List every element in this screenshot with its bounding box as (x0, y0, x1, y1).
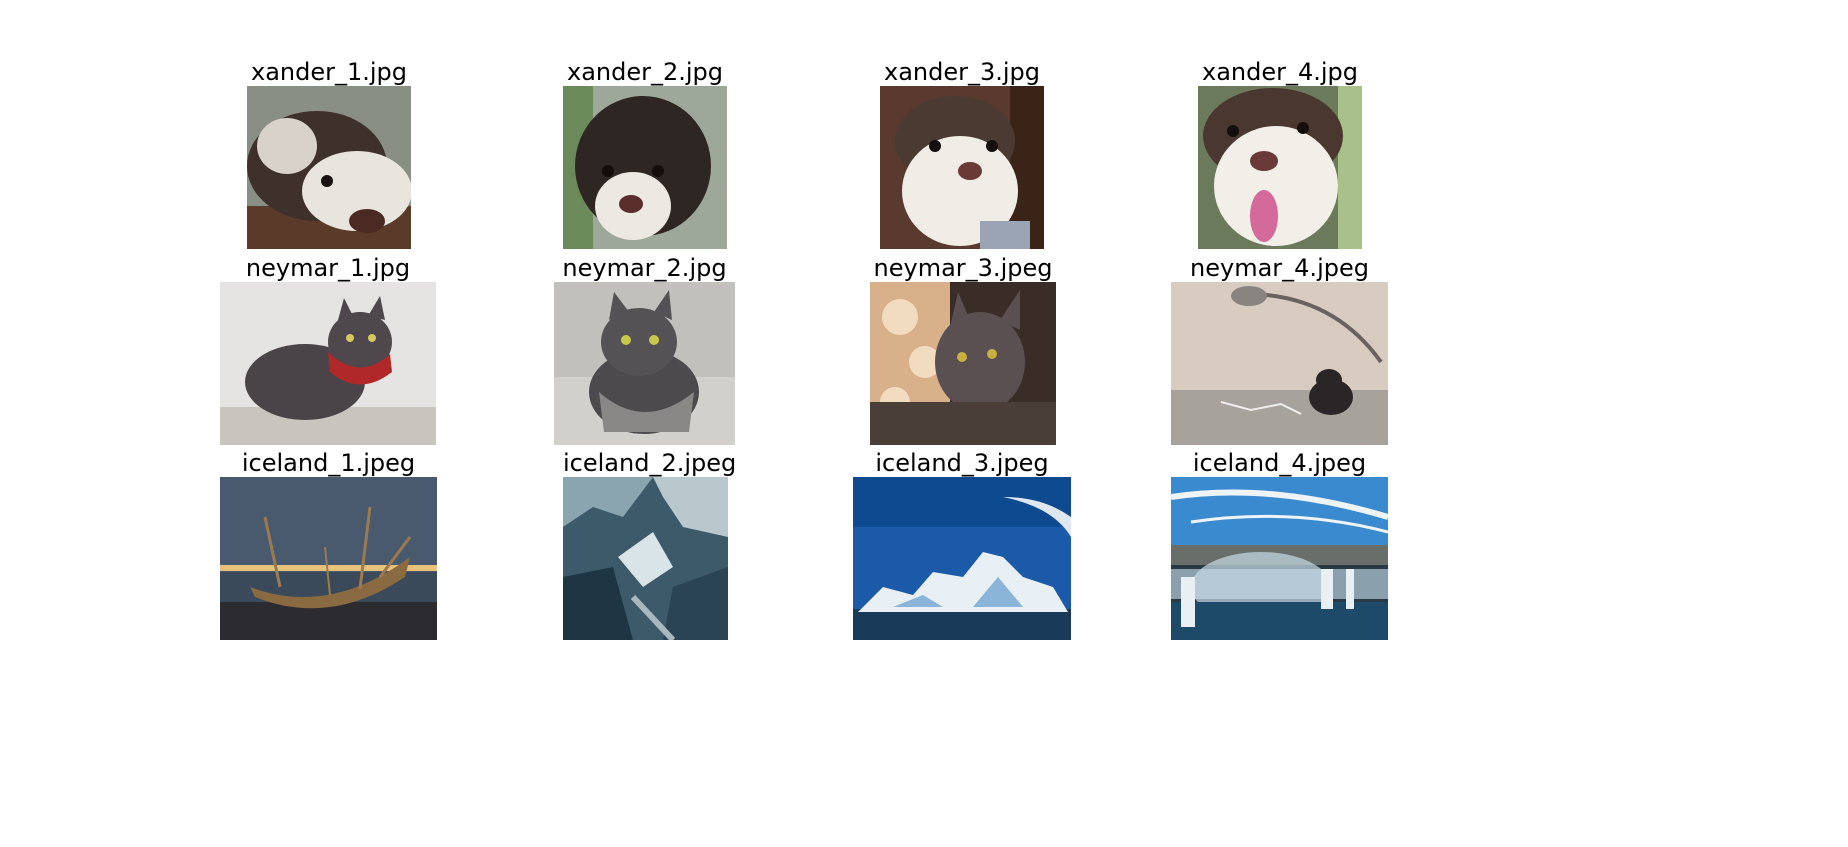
cat-photo (220, 282, 436, 445)
image-title: xander_4.jpg (1201, 58, 1359, 86)
image-cell-neymar-3: neymar_3.jpeg (870, 254, 1056, 445)
image-cell-neymar-1: neymar_1.jpg (220, 254, 436, 445)
image-title: neymar_4.jpeg (1190, 254, 1369, 282)
image-cell-neymar-4: neymar_4.jpeg (1171, 254, 1388, 445)
image-cell-xander-3: xander_3.jpg (880, 58, 1044, 250)
image-cell-iceland-3: iceland_3.jpeg (853, 449, 1071, 640)
dog-photo (1198, 86, 1362, 249)
image-cell-xander-4: xander_4.jpg (1198, 58, 1362, 250)
image-cell-xander-2: xander_2.jpg (563, 58, 727, 250)
image-cell-iceland-2: iceland_2.jpeg (563, 449, 737, 640)
image-title: neymar_3.jpeg (873, 254, 1053, 282)
dog-photo (563, 86, 727, 249)
image-title: iceland_2.jpeg (563, 449, 737, 477)
landscape-photo (853, 477, 1071, 640)
image-title: neymar_2.jpg (562, 254, 727, 282)
cat-photo (870, 282, 1056, 445)
image-title: xander_2.jpg (566, 58, 724, 86)
image-title: iceland_3.jpeg (875, 449, 1049, 477)
image-title: xander_3.jpg (883, 58, 1041, 86)
image-cell-iceland-4: iceland_4.jpeg (1171, 449, 1388, 640)
dog-photo (880, 86, 1044, 249)
landscape-photo (220, 477, 437, 640)
landscape-photo (1171, 477, 1388, 640)
cat-photo (554, 282, 735, 445)
image-title: xander_1.jpg (250, 58, 408, 86)
image-cell-xander-1: xander_1.jpg (247, 58, 411, 250)
image-title: iceland_1.jpeg (241, 449, 416, 477)
image-cell-iceland-1: iceland_1.jpeg (220, 449, 437, 640)
image-title: iceland_4.jpeg (1192, 449, 1367, 477)
image-title: neymar_1.jpg (245, 254, 411, 282)
image-cell-neymar-2: neymar_2.jpg (554, 254, 735, 445)
landscape-photo (563, 477, 728, 640)
dog-photo (247, 86, 411, 249)
cat-photo (1171, 282, 1388, 445)
